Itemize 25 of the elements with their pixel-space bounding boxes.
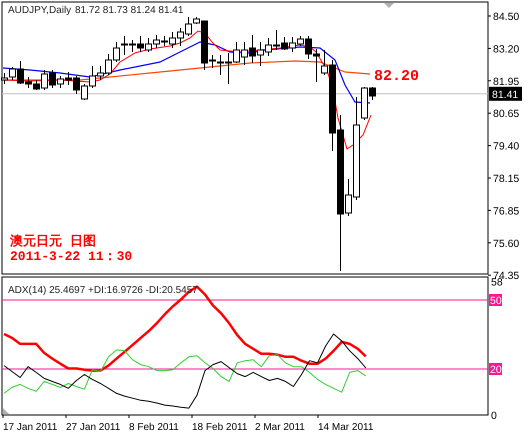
date-axis-label: 27 Jan 2011 xyxy=(66,422,120,433)
date-axis-label: 17 Jan 2011 xyxy=(3,422,58,433)
indicator-axis-label: 0 xyxy=(491,410,497,422)
price-axis-label: 79.40 xyxy=(493,140,520,153)
price-axis-label: 75.60 xyxy=(493,238,520,250)
date-axis-label: 2 Mar 2011 xyxy=(255,422,305,433)
price-axis-label: 83.20 xyxy=(493,43,520,56)
level-tag: 50 xyxy=(489,294,502,307)
price-axis-label: 76.85 xyxy=(493,205,520,218)
price-annotation: 82.20 xyxy=(374,68,420,85)
scroll-marker-icon xyxy=(384,3,394,8)
date-axis-label: 18 Feb 2011 xyxy=(192,422,248,433)
chart-caption: 澳元日元 日图 xyxy=(10,234,96,249)
price-axis-label: 84.50 xyxy=(493,11,520,23)
corner-marker-icon xyxy=(3,408,9,414)
date-axis-label: 14 Mar 2011 xyxy=(318,422,374,433)
chart-symbol: AUDJPY,Daily xyxy=(8,5,72,16)
level-tag: 20 xyxy=(489,363,502,376)
price-axis-label: 78.15 xyxy=(493,173,520,185)
current-price-tag: 81.41 xyxy=(489,86,522,101)
price-axis-label: 80.65 xyxy=(493,108,520,120)
date-axis-label: 8 Feb 2011 xyxy=(129,422,179,433)
ohlc-values: 81.72 81.73 81.24 81.41 xyxy=(75,5,184,16)
chart-caption: 2011-3-22 11：30 xyxy=(10,249,132,264)
price-axis-label: 81.95 xyxy=(493,76,520,88)
